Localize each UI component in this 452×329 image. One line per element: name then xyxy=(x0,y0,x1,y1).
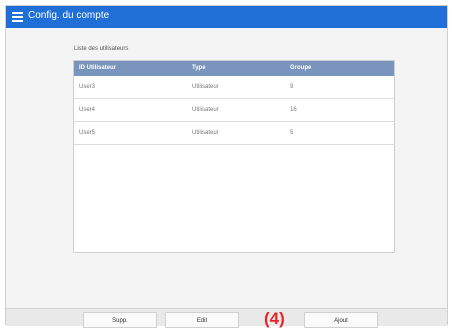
row-group: 5 xyxy=(290,130,294,136)
account-config-window: Config. du compte Liste des utilisateurs… xyxy=(5,5,448,328)
row-group: 16 xyxy=(290,107,297,113)
row-user-id: User5 xyxy=(79,130,96,136)
row-type: Utilisateur xyxy=(192,84,219,90)
hamburger-menu-icon[interactable] xyxy=(12,12,23,22)
add-button[interactable]: Ajout xyxy=(304,312,378,328)
callout-label: (4) xyxy=(264,309,285,328)
edit-button[interactable]: Edit xyxy=(165,312,239,328)
title-bar: Config. du compte xyxy=(6,6,447,28)
page-title: Config. du compte xyxy=(28,10,110,21)
row-type: Utilisateur xyxy=(192,130,219,136)
footer-bar: Supp. Edit Ajout xyxy=(6,308,447,328)
user-table: ID Utilisateur Type Groupe User3 Utilisa… xyxy=(73,60,395,253)
row-group: 9 xyxy=(290,84,294,90)
table-header: ID Utilisateur Type Groupe xyxy=(74,61,394,76)
column-header-user-id: ID Utilisateur xyxy=(79,65,117,71)
user-list-title: Liste des utilisateurs xyxy=(74,46,129,52)
column-header-type: Type xyxy=(192,65,206,71)
row-type: Utilisateur xyxy=(192,107,219,113)
delete-button[interactable]: Supp. xyxy=(83,312,157,328)
row-user-id: User3 xyxy=(79,84,96,90)
row-user-id: User4 xyxy=(79,107,96,113)
table-row[interactable]: User5 Utilisateur 5 xyxy=(74,122,394,145)
table-row[interactable]: User3 Utilisateur 9 xyxy=(74,76,394,99)
table-row[interactable]: User4 Utilisateur 16 xyxy=(74,99,394,122)
column-header-group: Groupe xyxy=(290,65,312,71)
